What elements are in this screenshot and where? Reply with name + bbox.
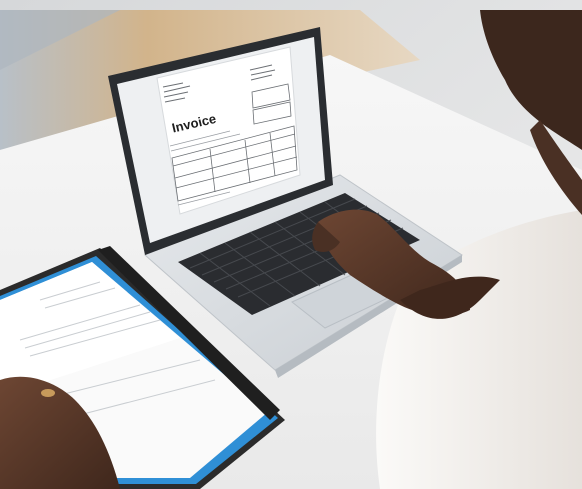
photo-scene [0, 0, 582, 489]
ring [41, 389, 55, 397]
photo-frame: Invoice [0, 0, 582, 489]
